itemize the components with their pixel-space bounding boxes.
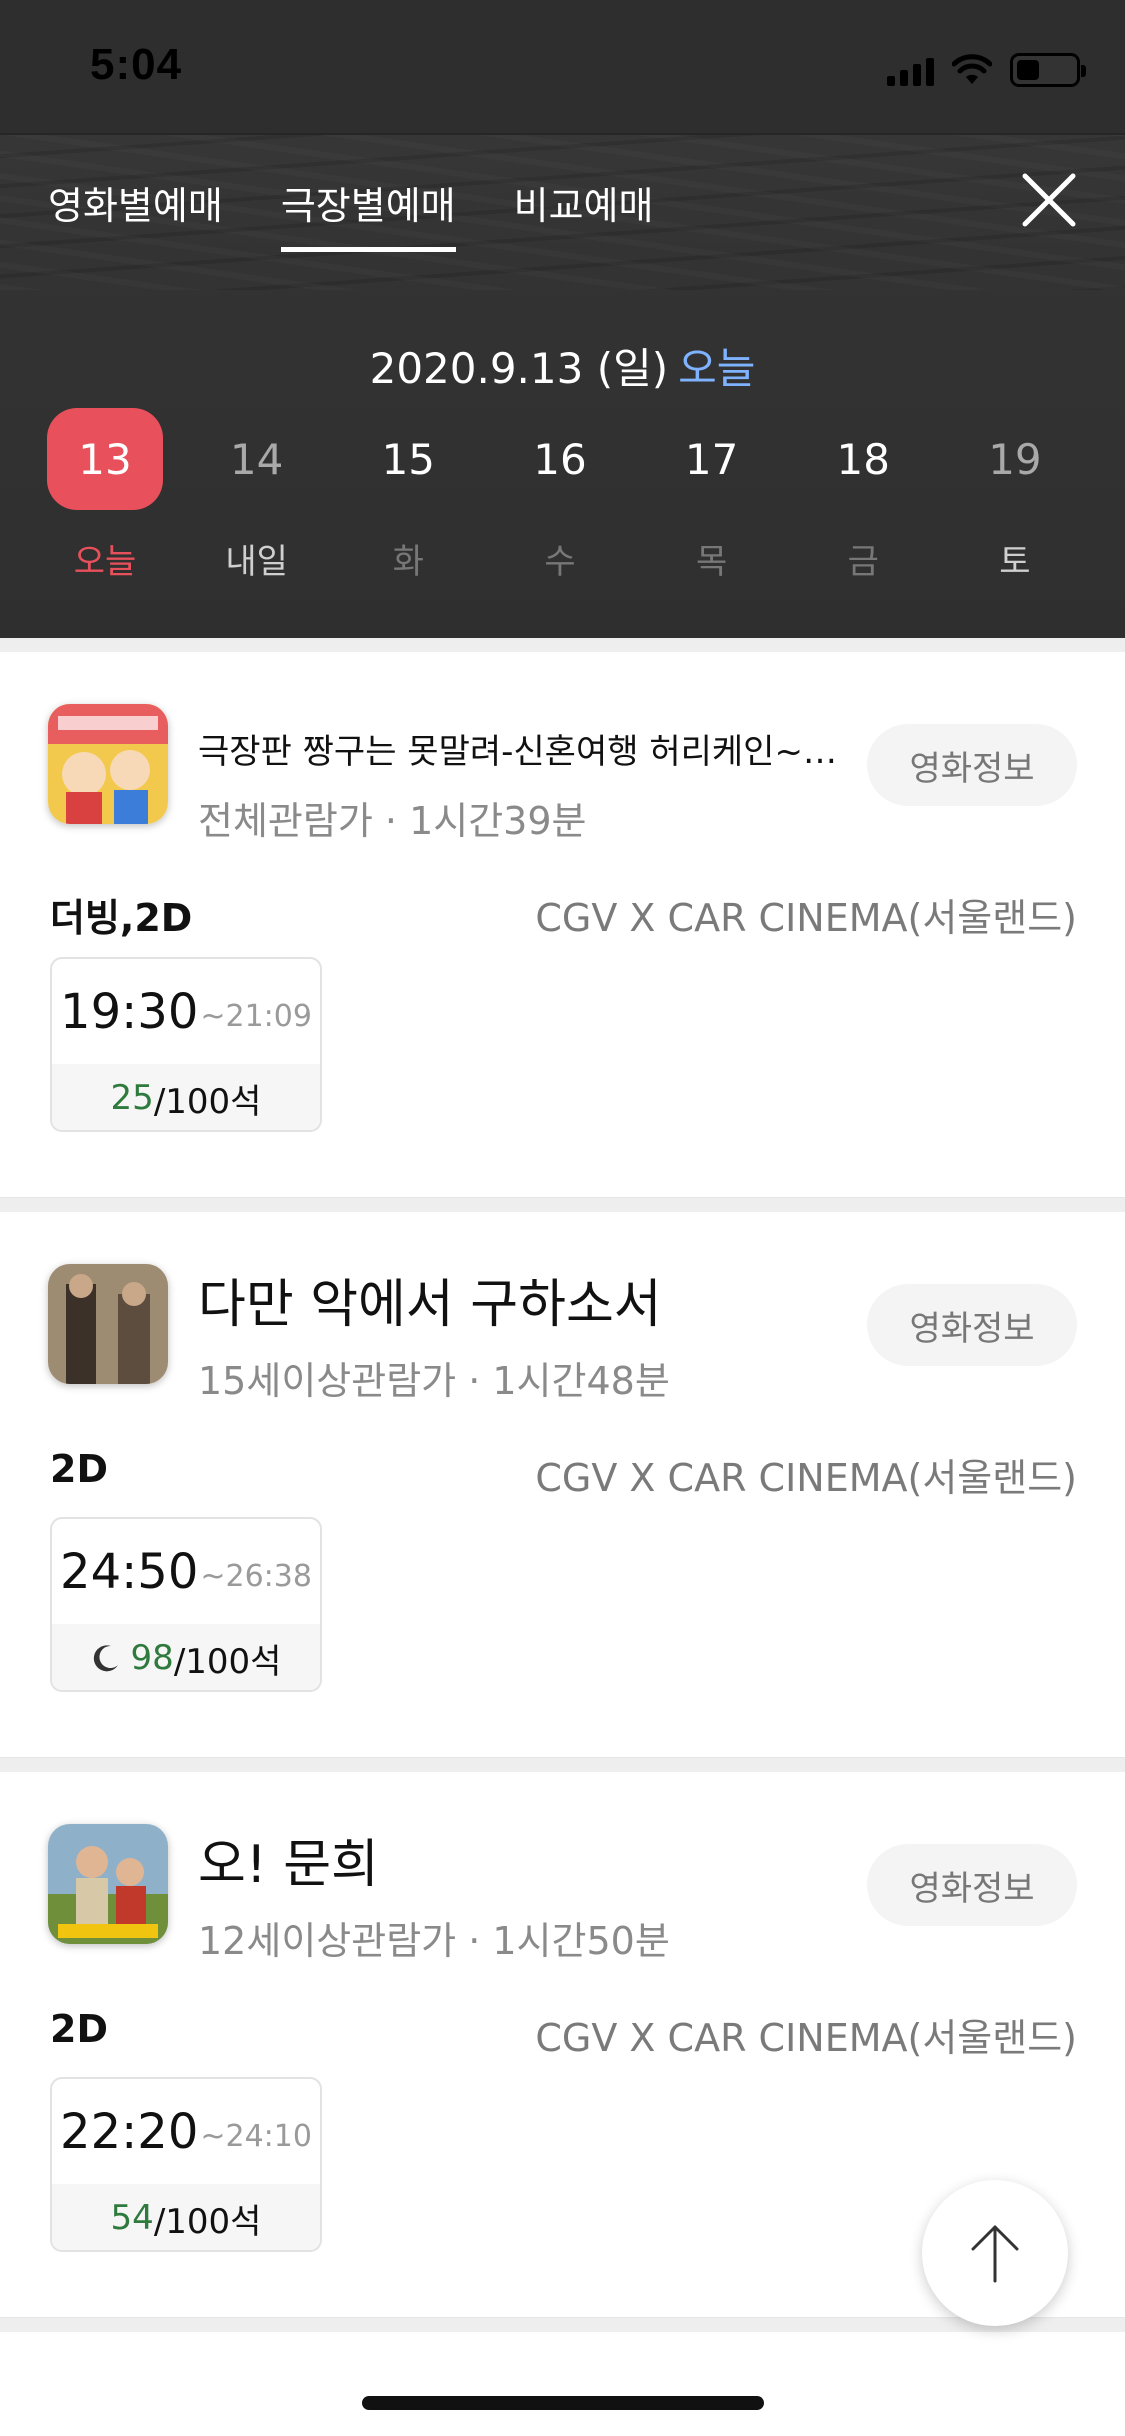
day-number: 13 <box>47 408 163 510</box>
booking-tabs: 영화별예매 극장별예매 비교예매 <box>48 175 653 252</box>
movie-info-button[interactable]: 영화정보 <box>867 1284 1077 1366</box>
status-icons <box>887 50 1086 90</box>
movie-poster[interactable] <box>48 1824 168 1944</box>
total-seats: /100석 <box>153 1081 262 1122</box>
scroll-to-top-button[interactable] <box>922 2180 1068 2326</box>
available-seats: 54 <box>110 2198 154 2238</box>
showtime-slot[interactable]: 19:30 ~21:09 25/100석 <box>50 957 322 1132</box>
day-18[interactable]: 18 금 <box>803 408 923 583</box>
total-seats: /100석 <box>173 1641 282 1682</box>
cellular-signal-icon <box>887 54 934 86</box>
day-label: 오늘 <box>73 542 137 582</box>
day-number: 14 <box>229 434 284 484</box>
day-label: 수 <box>544 542 576 582</box>
available-seats: 98 <box>130 1638 174 1678</box>
status-time: 5:04 <box>90 40 183 89</box>
movie-poster[interactable] <box>48 1264 168 1384</box>
age-rating: 15세이상관람가 <box>198 1359 457 1403</box>
divider <box>0 638 1125 652</box>
header: 5:04 영화별예매 극장별예매 비교예매 2020.9.13 (일) 오늘 13… <box>0 0 1125 638</box>
divider <box>0 1198 1125 1212</box>
theater-name: CGV X CAR CINEMA(서울랜드) <box>535 896 1077 940</box>
tab-by-theater[interactable]: 극장별예매 <box>280 175 456 252</box>
date-picker: 13 오늘 14 내일 15 화 16 수 17 목 18 금 19 토 <box>45 408 1075 583</box>
theater-name: CGV X CAR CINEMA(서울랜드) <box>535 2016 1077 2060</box>
end-time: ~26:38 <box>200 1559 312 1594</box>
day-19[interactable]: 19 토 <box>955 408 1075 583</box>
runtime: 1시간39분 <box>409 799 587 843</box>
movie-title[interactable]: 오! 문희 <box>198 1822 838 1897</box>
wifi-icon <box>952 54 992 84</box>
total-seats: /100석 <box>153 2201 262 2242</box>
available-seats: 25 <box>110 1078 154 1118</box>
day-label: 내일 <box>225 542 288 582</box>
day-label: 금 <box>847 542 879 582</box>
day-17[interactable]: 17 목 <box>652 408 772 583</box>
movie-meta: 15세이상관람가 · 1시간48분 <box>198 1359 670 1403</box>
start-time: 24:50 <box>60 1543 199 1600</box>
day-number: 17 <box>684 434 739 484</box>
age-rating: 12세이상관람가 <box>198 1919 457 1963</box>
day-number: 19 <box>988 434 1042 484</box>
screen-format: 2D <box>50 1447 108 1491</box>
battery-icon <box>1010 53 1086 87</box>
today-link[interactable]: 오늘 <box>678 344 755 393</box>
age-rating: 전체관람가 <box>198 799 373 843</box>
day-label: 화 <box>392 542 424 582</box>
day-13[interactable]: 13 오늘 <box>45 408 165 583</box>
runtime: 1시간50분 <box>492 1919 670 1963</box>
day-label: 목 <box>695 542 728 582</box>
date-text: 2020.9.13 (일) <box>369 344 669 393</box>
day-label: 토 <box>999 542 1031 582</box>
start-time: 22:20 <box>60 2103 199 2160</box>
close-icon <box>1022 173 1076 227</box>
day-number: 18 <box>836 434 890 484</box>
theater-name: CGV X CAR CINEMA(서울랜드) <box>535 1456 1077 1500</box>
movie-title[interactable]: 다만 악에서 구하소서 <box>198 1262 838 1337</box>
tab-by-movie[interactable]: 영화별예매 <box>48 175 223 252</box>
end-time: ~21:09 <box>200 999 312 1034</box>
showtime-slot[interactable]: 22:20 ~24:10 54/100석 <box>50 2077 322 2252</box>
end-time: ~24:10 <box>200 2119 312 2154</box>
movie-title[interactable]: 극장판 짱구는 못말려-신혼여행 허리케인~잃어버린 아빠 <box>198 724 838 773</box>
showtime-slot[interactable]: 24:50 ~26:38 98/100석 <box>50 1517 322 1692</box>
movie-list: 극장판 짱구는 못말려-신혼여행 허리케인~잃어버린 아빠 전체관람가 · 1시… <box>0 638 1125 2332</box>
start-time: 19:30 <box>60 983 199 1040</box>
divider <box>0 2318 1125 2332</box>
selected-date: 2020.9.13 (일) 오늘 <box>0 335 1125 396</box>
movie-card: 다만 악에서 구하소서 15세이상관람가 · 1시간48분 영화정보 2D CG… <box>0 1212 1125 1758</box>
home-indicator <box>362 2396 764 2410</box>
movie-poster[interactable] <box>48 704 168 824</box>
day-16[interactable]: 16 수 <box>500 408 620 583</box>
day-number: 15 <box>381 434 436 484</box>
close-button[interactable] <box>1019 170 1079 230</box>
runtime: 1시간48분 <box>492 1359 670 1403</box>
screen-format: 더빙,2D <box>50 896 193 940</box>
day-15[interactable]: 15 화 <box>348 408 468 583</box>
tab-compare[interactable]: 비교예매 <box>514 175 654 252</box>
movie-info-button[interactable]: 영화정보 <box>867 724 1077 806</box>
movie-card: 극장판 짱구는 못말려-신혼여행 허리케인~잃어버린 아빠 전체관람가 · 1시… <box>0 652 1125 1198</box>
day-number: 16 <box>533 434 587 484</box>
movie-info-button[interactable]: 영화정보 <box>867 1844 1077 1926</box>
divider <box>0 1758 1125 1772</box>
movie-meta: 전체관람가 · 1시간39분 <box>198 799 587 843</box>
movie-meta: 12세이상관람가 · 1시간50분 <box>198 1919 670 1963</box>
day-14[interactable]: 14 내일 <box>197 408 317 583</box>
moon-icon <box>93 1645 118 1672</box>
screen-format: 2D <box>50 2007 108 2051</box>
arrow-up-icon <box>971 2225 1019 2283</box>
